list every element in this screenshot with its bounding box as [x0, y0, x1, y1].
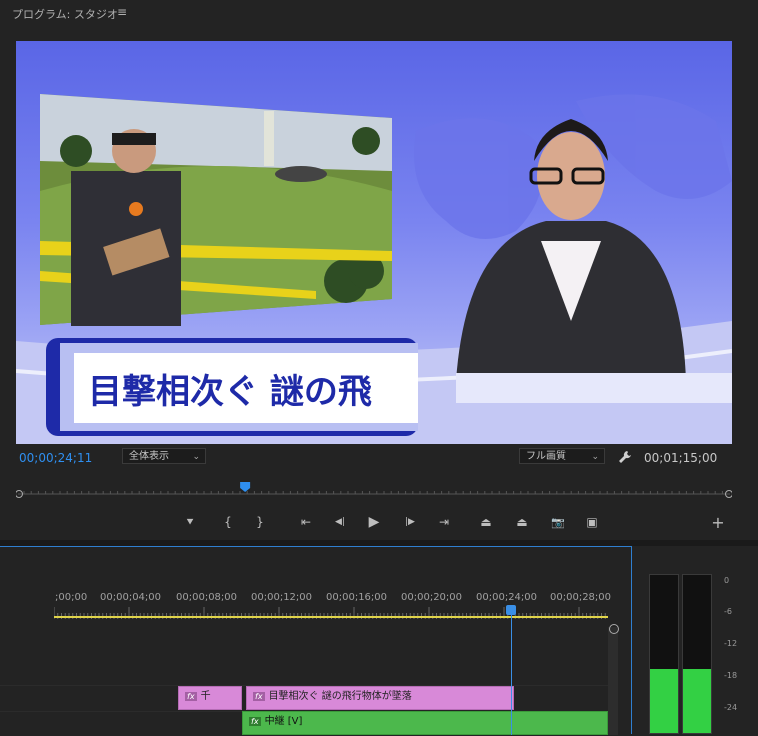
- mark-out-button[interactable]: }: [250, 512, 270, 532]
- ruler-label: 00;00;12;00: [251, 592, 313, 603]
- db-label: -6: [724, 607, 732, 616]
- step-forward-button[interactable]: |▶: [400, 512, 420, 532]
- lower-third-text: 目撃相次ぐ 謎の飛: [88, 372, 372, 412]
- work-area-bar[interactable]: [54, 616, 608, 618]
- timeline-panel: ;00;00 00;00;04;00 00;00;08;00 00;00;12;…: [0, 546, 632, 735]
- zoom-level-select[interactable]: 全体表示 ⌄: [122, 448, 206, 464]
- program-monitor-panel: プログラム: スタジオ ≡ 目撃相次ぐ 謎の飛 00;00;24;11 全体表示…: [0, 0, 752, 540]
- lift-button[interactable]: ⏏: [476, 512, 496, 532]
- transport-controls: ⯆ { } ⇤ ◀| ▶ |▶ ⇥ ⏏ ⏏ 📷 ▣ +: [176, 512, 736, 532]
- ruler-label: 00;00;28;00: [550, 592, 612, 603]
- db-label: -12: [724, 639, 738, 648]
- panel-title[interactable]: プログラム: スタジオ: [12, 6, 118, 22]
- ruler-label: 00;00;08;00: [176, 592, 238, 603]
- ruler-label: 00;00;16;00: [326, 592, 388, 603]
- fx-badge: fx: [185, 692, 197, 701]
- ruler-label: ;00;00: [55, 592, 88, 603]
- timeline-clip[interactable]: fx 千: [178, 686, 242, 710]
- ruler-label: 00;00;20;00: [401, 592, 463, 603]
- program-video-frame: 目撃相次ぐ 謎の飛: [16, 41, 732, 444]
- playback-quality-value: フル画質: [526, 451, 566, 462]
- meter-channel-left: [649, 574, 679, 734]
- chevron-down-icon: ⌄: [591, 452, 599, 462]
- go-to-in-button[interactable]: ⇤: [296, 512, 316, 532]
- monitor-playhead: [240, 482, 251, 492]
- meter-channel-right: [682, 574, 712, 734]
- db-label: -18: [724, 671, 738, 680]
- db-label: 0: [724, 576, 730, 585]
- audio-meter: 0 -6 -12 -18 -24: [640, 560, 758, 734]
- timeline-clip[interactable]: fx 中継 [V]: [242, 711, 608, 735]
- timeline-playhead-line[interactable]: [511, 609, 512, 735]
- add-marker-button[interactable]: ⯆: [180, 512, 200, 532]
- fx-badge: fx: [249, 717, 261, 726]
- clip-label: 千: [200, 691, 211, 702]
- current-timecode[interactable]: 00;00;24;11: [19, 451, 92, 465]
- monitor-time-ruler[interactable]: [16, 482, 732, 498]
- scrollbar-handle[interactable]: [609, 624, 619, 634]
- play-button[interactable]: ▶: [364, 512, 384, 532]
- zoom-level-value: 全体表示: [129, 451, 169, 462]
- clip-label: 目撃相次ぐ 謎の飛行物体が墜落: [268, 691, 412, 702]
- hamburger-menu-icon[interactable]: ≡: [117, 5, 127, 19]
- go-to-out-button[interactable]: ⇥: [434, 512, 454, 532]
- db-label: -24: [724, 703, 738, 712]
- duration-timecode: 00;01;15;00: [644, 451, 718, 465]
- wrench-icon[interactable]: [617, 449, 633, 465]
- meter-level-right: [683, 668, 711, 733]
- ruler-label: 00;00;04;00: [100, 592, 162, 603]
- meter-level-left: [650, 668, 678, 733]
- playback-quality-select[interactable]: フル画質 ⌄: [519, 448, 605, 464]
- fx-badge: fx: [253, 692, 265, 701]
- chevron-down-icon: ⌄: [192, 452, 200, 462]
- field-report-inset: [40, 94, 392, 326]
- timeline-clip[interactable]: fx 目撃相次ぐ 謎の飛行物体が墜落: [246, 686, 514, 710]
- mark-in-button[interactable]: {: [218, 512, 238, 532]
- extract-button[interactable]: ⏏: [512, 512, 532, 532]
- timeline-ruler-labels: ;00;00 00;00;04;00 00;00;08;00 00;00;12;…: [0, 592, 632, 606]
- timeline-playhead[interactable]: [506, 605, 516, 615]
- export-frame-button[interactable]: 📷: [548, 512, 568, 532]
- step-back-button[interactable]: ◀|: [330, 512, 350, 532]
- ruler-label: 00;00;24;00: [476, 592, 538, 603]
- add-button[interactable]: +: [708, 512, 728, 532]
- clip-label: 中継 [V]: [264, 716, 303, 727]
- comparison-view-button[interactable]: ▣: [582, 512, 602, 532]
- timeline-vertical-scrollbar[interactable]: [608, 627, 618, 735]
- news-studio-image: 目撃相次ぐ 謎の飛: [16, 94, 732, 444]
